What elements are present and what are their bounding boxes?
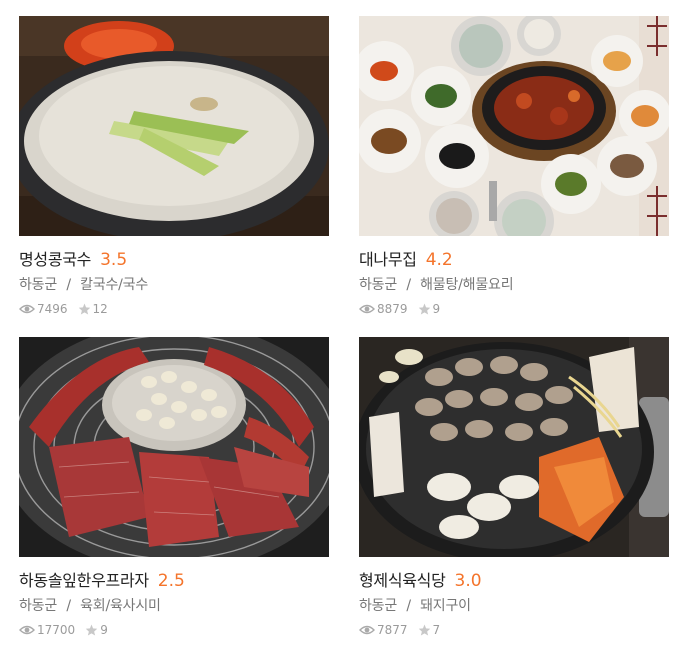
star-icon <box>85 624 98 636</box>
restaurant-meta: 하동군 / 해물탕/해물요리 <box>359 274 669 294</box>
rating-score: 4.2 <box>425 250 453 270</box>
restaurant-photo[interactable] <box>19 16 329 236</box>
favorite-count: 9 <box>432 302 441 316</box>
view-count: 17700 <box>37 623 76 637</box>
restaurant-name[interactable]: 명성콩국수 <box>19 246 91 270</box>
restaurant-photo[interactable] <box>359 16 669 236</box>
eye-icon <box>359 624 375 636</box>
restaurant-photo[interactable] <box>19 337 329 557</box>
category-label: 해물탕/해물요리 <box>420 277 514 293</box>
view-count: 8879 <box>377 302 408 316</box>
region-label: 하동군 <box>19 277 58 293</box>
meta-separator: / <box>406 598 411 614</box>
rating-score: 3.0 <box>454 571 482 591</box>
star-icon <box>418 624 431 636</box>
region-label: 하동군 <box>359 598 398 614</box>
meta-separator: / <box>66 598 71 614</box>
category-label: 육회/육사시미 <box>80 598 161 614</box>
favorite-count: 12 <box>92 302 108 316</box>
restaurant-stats: 8879 9 <box>359 302 669 316</box>
eye-icon <box>19 624 35 636</box>
rating-score: 3.5 <box>100 250 128 270</box>
eye-icon <box>19 303 35 315</box>
restaurant-name[interactable]: 하동솔잎한우프라자 <box>19 567 149 591</box>
favorite-count: 7 <box>432 623 441 637</box>
region-label: 하동군 <box>19 598 58 614</box>
restaurant-name[interactable]: 대나무집 <box>359 246 417 270</box>
view-count: 7877 <box>377 623 408 637</box>
restaurant-card[interactable]: 명성콩국수 3.5 하동군 / 칼국수/국수 7496 12 <box>19 16 329 316</box>
restaurant-stats: 7496 12 <box>19 302 329 316</box>
view-count: 7496 <box>37 302 68 316</box>
restaurant-card[interactable]: 대나무집 4.2 하동군 / 해물탕/해물요리 8879 9 <box>359 16 669 316</box>
restaurant-photo[interactable] <box>359 337 669 557</box>
restaurant-card[interactable]: 하동솔잎한우프라자 2.5 하동군 / 육회/육사시미 17700 9 <box>19 337 329 637</box>
star-icon <box>78 303 91 315</box>
rating-score: 2.5 <box>157 571 185 591</box>
meta-separator: / <box>406 277 411 293</box>
restaurant-stats: 7877 7 <box>359 623 669 637</box>
restaurant-stats: 17700 9 <box>19 623 329 637</box>
eye-icon <box>359 303 375 315</box>
meta-separator: / <box>66 277 71 293</box>
restaurant-card[interactable]: 형제식육식당 3.0 하동군 / 돼지구이 7877 7 <box>359 337 669 637</box>
star-icon <box>418 303 431 315</box>
restaurant-meta: 하동군 / 육회/육사시미 <box>19 595 329 615</box>
favorite-count: 9 <box>100 623 108 637</box>
restaurant-meta: 하동군 / 돼지구이 <box>359 595 669 615</box>
restaurant-name[interactable]: 형제식육식당 <box>359 567 446 591</box>
restaurant-meta: 하동군 / 칼국수/국수 <box>19 274 329 294</box>
region-label: 하동군 <box>359 277 398 293</box>
category-label: 돼지구이 <box>420 598 471 614</box>
category-label: 칼국수/국수 <box>80 277 149 293</box>
